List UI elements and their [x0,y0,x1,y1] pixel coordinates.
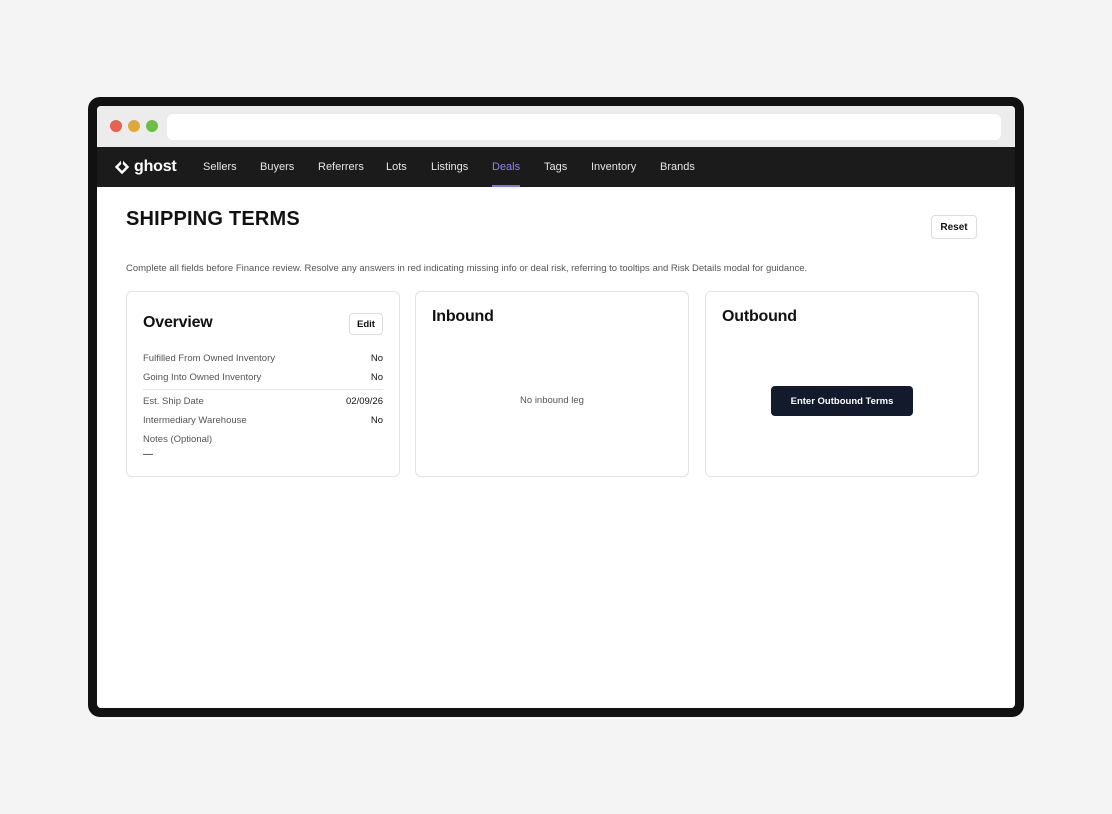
nav-item-brands[interactable]: Brands [660,147,695,187]
browser-window: ghost Sellers Buyers Referrers Lots List… [97,106,1015,708]
nav-item-lots[interactable]: Lots [386,147,407,187]
row-value: No [370,372,383,383]
nav-item-sellers[interactable]: Sellers [203,147,237,187]
row-value: No [370,353,383,364]
row-value: 02/09/26 [346,396,383,407]
device-frame: ghost Sellers Buyers Referrers Lots List… [88,97,1024,717]
logo-text: ghost [134,158,177,175]
nav-item-tags[interactable]: Tags [544,147,567,187]
overview-title: Overview [143,314,213,331]
nav-item-buyers[interactable]: Buyers [260,147,294,187]
nav-item-deals-label: Deals [492,161,521,173]
overview-row: Est. Ship Date 02/09/26 [143,396,383,407]
active-tab-indicator [492,185,521,187]
empty-state-message: No inbound leg [520,395,584,406]
maximize-window-button[interactable] [146,120,158,132]
close-window-button[interactable] [110,120,122,132]
notes-value: — [143,449,153,460]
row-value: No [370,415,383,426]
notes-label: Notes (Optional) [143,434,213,445]
enter-outbound-terms-button[interactable]: Enter Outbound Terms [771,386,913,416]
instructions-text: Complete all fields before Finance revie… [126,263,808,274]
ghost-logo-icon [114,159,130,175]
notes-row: Notes (Optional) [143,434,383,445]
inbound-title: Inbound [432,308,494,325]
edit-button[interactable]: Edit [349,313,383,335]
address-bar[interactable] [167,114,1001,140]
outbound-card: Outbound Enter Outbound Terms [705,291,979,477]
divider [143,389,383,390]
logo[interactable]: ghost [114,158,177,176]
inbound-card: Inbound No inbound leg [415,291,689,477]
overview-row: Fulfilled From Owned Inventory No [143,353,383,364]
outbound-title: Outbound [722,308,797,325]
nav-item-deals[interactable]: Deals [492,147,521,187]
row-label: Fulfilled From Owned Inventory [143,353,275,364]
nav-item-referrers[interactable]: Referrers [318,147,364,187]
nav-item-listings[interactable]: Listings [431,147,468,187]
overview-card: Overview Edit Fulfilled From Owned Inven… [126,291,400,477]
nav-item-inventory[interactable]: Inventory [591,147,636,187]
row-label: Est. Ship Date [143,396,204,407]
minimize-window-button[interactable] [128,120,140,132]
reset-button[interactable]: Reset [931,215,977,239]
row-label: Going Into Owned Inventory [143,372,262,383]
overview-row: Going Into Owned Inventory No [143,372,383,383]
top-nav: ghost Sellers Buyers Referrers Lots List… [97,147,1015,187]
page-title: SHIPPING TERMS [126,208,300,230]
overview-row: Intermediary Warehouse No [143,415,383,426]
row-label: Intermediary Warehouse [143,415,247,426]
browser-chrome [97,106,1015,147]
